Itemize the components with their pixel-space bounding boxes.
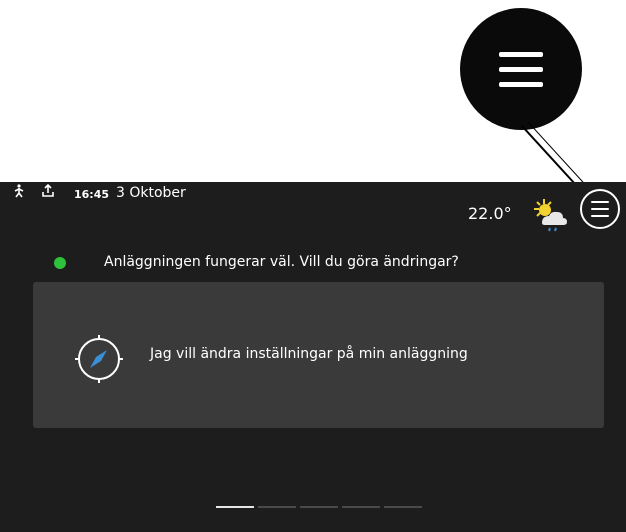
outdoor-temperature: 22.0° <box>468 204 512 223</box>
page-dot[interactable] <box>384 506 422 508</box>
person-walking-icon <box>13 184 25 201</box>
menu-bar <box>591 201 609 203</box>
page-indicator <box>216 506 422 509</box>
upload-icon <box>42 183 54 201</box>
page-dot[interactable] <box>342 506 380 508</box>
status-indicator-dot <box>54 257 66 269</box>
settings-card-label: Jag vill ändra inställningar på min anlä… <box>150 346 468 362</box>
clock-time: 16:45 <box>74 188 110 201</box>
page-dot[interactable] <box>300 506 338 508</box>
page-dot[interactable] <box>258 506 296 508</box>
partly-cloudy-rain-icon <box>530 196 570 236</box>
menu-bar <box>591 215 609 217</box>
menu-bar <box>591 208 609 210</box>
compass-icon <box>70 330 128 388</box>
menu-button[interactable] <box>580 189 620 229</box>
date-label: 3 Oktober <box>116 185 186 201</box>
page-dot-active[interactable] <box>216 506 254 508</box>
status-message: Anläggningen fungerar väl. Vill du göra … <box>104 254 459 270</box>
